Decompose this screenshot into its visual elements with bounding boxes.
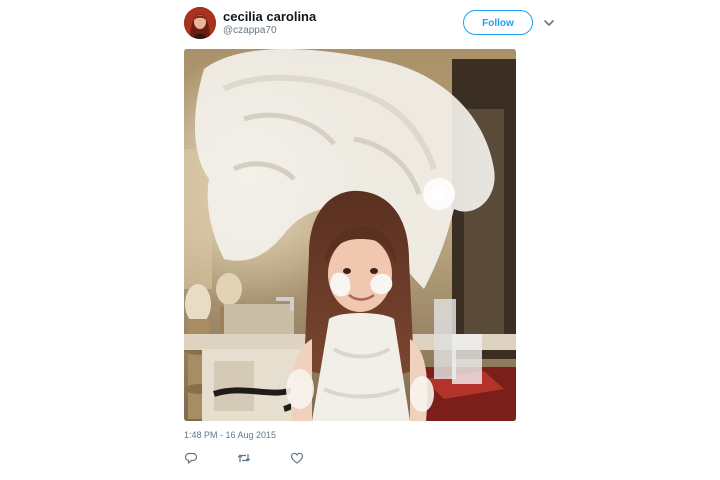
follow-button[interactable]: Follow — [463, 10, 533, 35]
avatar[interactable] — [184, 7, 216, 39]
author-handle[interactable]: @czappa70 — [223, 25, 277, 36]
heart-icon[interactable] — [290, 451, 304, 465]
retweet-icon[interactable] — [237, 451, 251, 465]
tweet-card: cecilia carolina @czappa70 Follow 1:48 P… — [0, 0, 720, 480]
photo-image — [184, 49, 516, 421]
reply-icon[interactable] — [184, 451, 198, 465]
avatar-image — [184, 7, 216, 39]
tweet-photo[interactable] — [184, 49, 516, 421]
tweet-timestamp[interactable]: 1:48 PM - 16 Aug 2015 — [184, 430, 276, 440]
chevron-down-icon[interactable] — [541, 15, 557, 31]
author-display-name[interactable]: cecilia carolina — [223, 9, 316, 24]
